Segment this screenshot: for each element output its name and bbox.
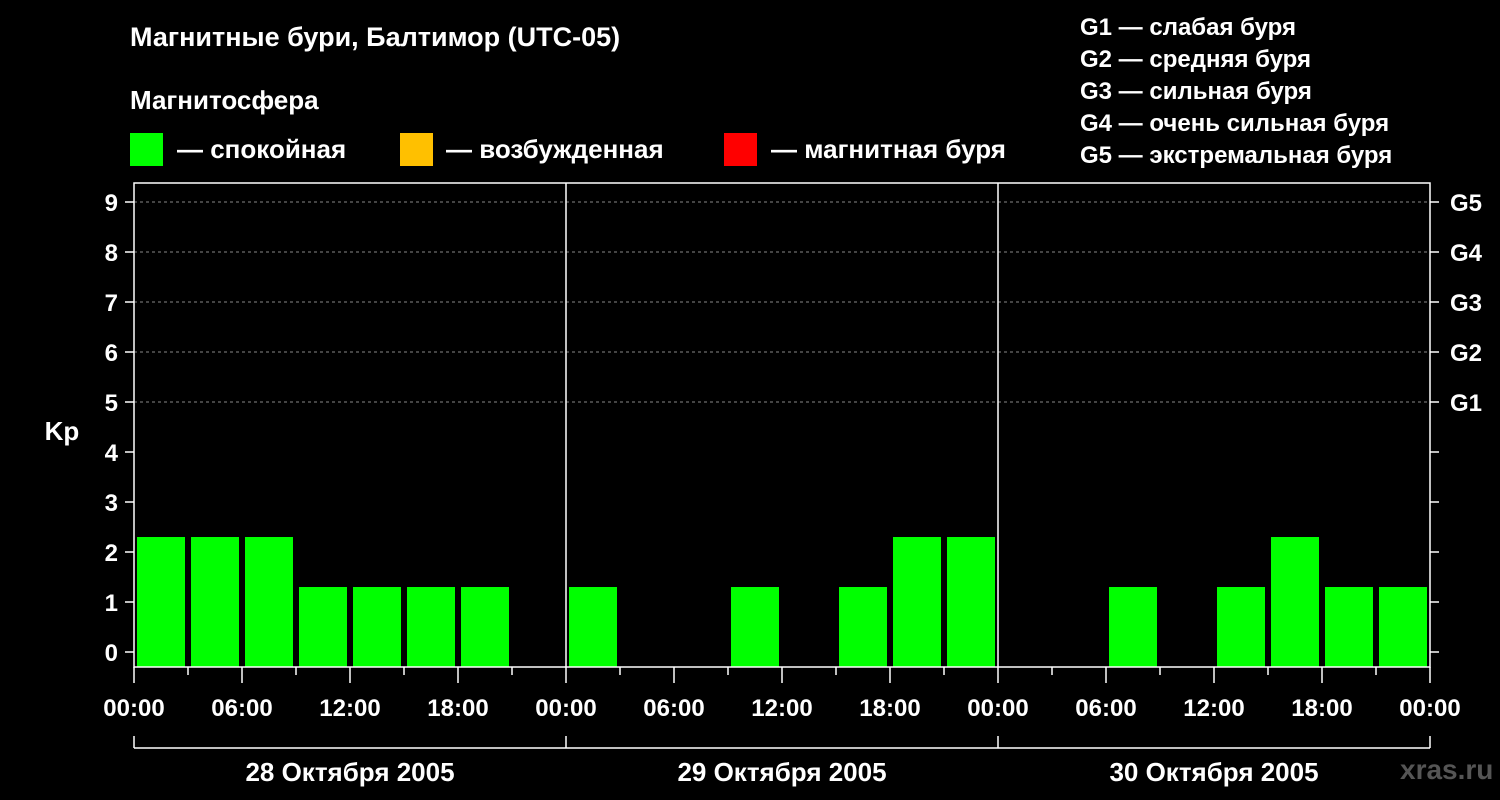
kp-bar-22 [1325,587,1373,667]
kp-bar-0 [137,537,185,667]
x-tick-label: 00:00 [103,695,164,722]
x-tick-label: 18:00 [859,695,920,722]
g-level-label-G4: G4 [1450,240,1483,267]
x-tick-label: 12:00 [1183,695,1244,722]
y-axis-label: Kp [45,416,80,446]
kp-bar-11 [731,587,779,667]
kp-bar-13 [839,587,887,667]
kp-bar-5 [407,587,455,667]
y-tick-label-8: 8 [105,240,118,267]
y-tick-label-3: 3 [105,490,118,517]
y-tick-label-4: 4 [105,440,119,467]
g-level-label-G1: G1 [1450,390,1482,417]
x-tick-label: 00:00 [1399,695,1460,722]
kp-bar-3 [299,587,347,667]
kp-bar-1 [191,537,239,667]
kp-bar-18 [1109,587,1157,667]
y-tick-label-5: 5 [105,390,118,417]
y-tick-label-6: 6 [105,340,118,367]
day-label-1: 29 Октября 2005 [677,757,886,787]
kp-bar-15 [947,537,995,667]
g-level-label-G5: G5 [1450,190,1482,217]
kp-bar-21 [1271,537,1319,667]
day-label-2: 30 Октября 2005 [1109,757,1318,787]
x-tick-label: 12:00 [751,695,812,722]
y-tick-label-9: 9 [105,190,118,217]
kp-chart: 0 1 2 3 4 5 6 7 8 9 G1 G2 G3 G4 G5 Kp 00:00 06:00 12:00 18:… [45,182,1483,787]
kp-bar-4 [353,587,401,667]
y-tick-label-7: 7 [105,290,118,317]
kp-bar-14 [893,537,941,667]
kp-bar-20 [1217,587,1265,667]
kp-bar-6 [461,587,509,667]
x-tick-label: 00:00 [967,695,1028,722]
kp-bar-23 [1379,587,1427,667]
y-tick-label-0: 0 [105,640,118,667]
x-tick-label: 12:00 [319,695,380,722]
x-tick-label: 06:00 [211,695,272,722]
x-tick-label: 18:00 [1291,695,1352,722]
watermark: xras.ru [1400,754,1494,785]
g-level-label-G2: G2 [1450,340,1482,367]
kp-bar-8 [569,587,617,667]
x-tick-label: 06:00 [643,695,704,722]
x-tick-label: 06:00 [1075,695,1136,722]
day-label-0: 28 Октября 2005 [245,757,454,787]
x-tick-label: 00:00 [535,695,596,722]
g-level-label-G3: G3 [1450,290,1482,317]
y-tick-label-1: 1 [105,590,118,617]
y-tick-label-2: 2 [105,540,118,567]
x-tick-label: 18:00 [427,695,488,722]
kp-bar-2 [245,537,293,667]
